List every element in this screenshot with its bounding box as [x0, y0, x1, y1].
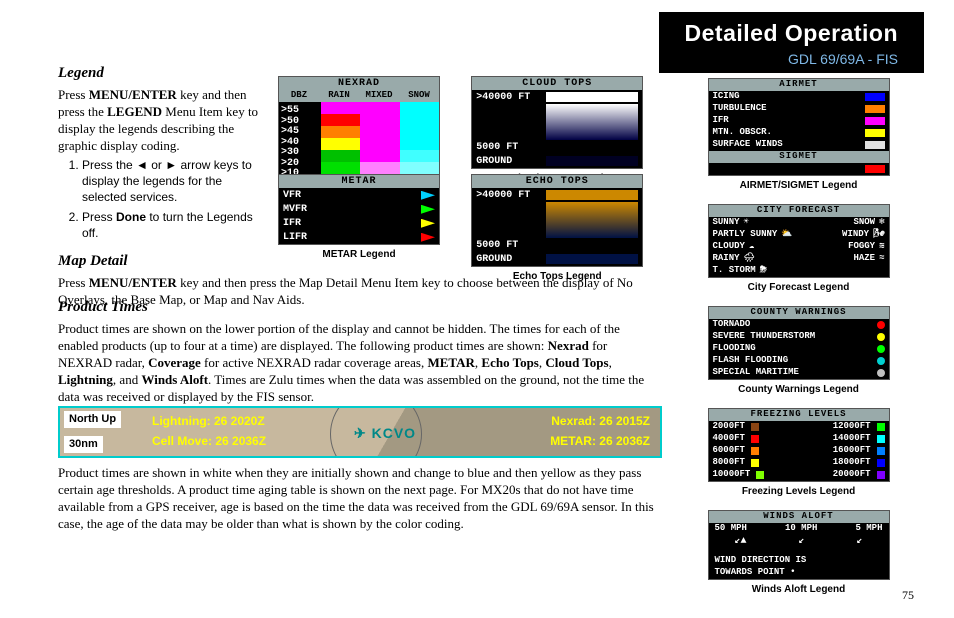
legend-section: Legend Press MENU/ENTER key and then pre… [58, 58, 266, 250]
airmet-row: SURFACE WINDS [709, 139, 889, 151]
echo-tops-title: ECHO TOPS [472, 175, 642, 188]
freezing-row: 10000FT 20000FT [709, 469, 889, 481]
freezing-row: 4000FT 14000FT [709, 433, 889, 445]
metar-row: MVFR [279, 202, 439, 216]
product-times-heading: Product Times [58, 298, 658, 318]
winds-caption: Winds Aloft Legend [686, 583, 911, 596]
time-lightning: Lightning: 26 2020Z [152, 414, 265, 430]
echo-tops-gradient [546, 202, 638, 238]
legend-intro: Press MENU/ENTER key and then press the … [58, 86, 266, 155]
airmet-legend: AIRMET ICINGTURBULENCEIFRMTN. OBSCR.SURF… [708, 78, 890, 176]
airmet-row: MTN. OBSCR. [709, 127, 889, 139]
legend-step-2: Press Done to turn the Legends off. [82, 210, 266, 242]
county-row: SPECIAL MARITIME [709, 367, 889, 379]
city-row: SUNNY☀ SNOW❄ [709, 217, 889, 229]
winds-aloft-legend: WINDS ALOFT 50 MPH 10 MPH 5 MPH ↙▲↙↙ WIN… [708, 510, 890, 580]
range-label: 30nm [64, 436, 103, 453]
product-times-strip: North Up 30nm Lightning: 26 2020Z Cell M… [58, 406, 662, 458]
city-row: RAINY🌧 HAZE≈ [709, 253, 889, 265]
time-nexrad: Nexrad: 26 2015Z [551, 414, 650, 430]
city-row: PARTLY SUNNY⛅ WINDY🌬 [709, 229, 889, 241]
legend-step-1: Press the ◄ or ► arrow keys to display t… [82, 158, 266, 205]
product-times-section: Product Times Product times are shown on… [58, 292, 658, 410]
orientation-label: North Up [64, 411, 121, 428]
right-legends-column: AIRMET ICINGTURBULENCEIFRMTN. OBSCR.SURF… [686, 78, 911, 608]
county-caption: County Warnings Legend [686, 383, 911, 396]
county-row: SEVERE THUNDERSTORM [709, 331, 889, 343]
city-forecast-caption: City Forecast Legend [686, 281, 911, 294]
metar-row: VFR [279, 188, 439, 202]
freezing-row: 2000FT 12000FT [709, 421, 889, 433]
county-row: FLASH FLOODING [709, 355, 889, 367]
airmet-row: ICING [709, 91, 889, 103]
county-row: TORNADO [709, 319, 889, 331]
product-times-body: Product times are shown on the lower por… [58, 320, 658, 406]
metar-title: METAR [279, 175, 439, 188]
city-row: T. STORM⛈ [709, 265, 889, 277]
product-times-post: Product times are shown in white when th… [58, 464, 658, 537]
airmet-caption: AIRMET/SIGMET Legend [686, 179, 911, 192]
city-row: CLOUDY☁ FOGGY≋ [709, 241, 889, 253]
section-title: Detailed Operation [685, 18, 898, 48]
nexrad-col-headers: DBZ RAIN MIXED SNOW [279, 90, 439, 102]
section-header-tab: Detailed Operation GDL 69/69A - FIS [659, 12, 924, 73]
wind-barbs: ↙▲↙↙ [709, 535, 889, 549]
city-forecast-legend: CITY FORECAST SUNNY☀ SNOW❄ PARTLY SUNNY⛅… [708, 204, 890, 278]
time-cellmove: Cell Move: 26 2036Z [152, 434, 266, 450]
county-row: FLOODING [709, 343, 889, 355]
airport-ident: ✈ KCVO [354, 424, 416, 442]
freezing-levels-legend: FREEZING LEVELS 2000FT 12000FT 4000FT 14… [708, 408, 890, 482]
map-detail-heading: Map Detail [58, 252, 658, 272]
freezing-row: 6000FT 16000FT [709, 445, 889, 457]
metar-row: LIFR [279, 230, 439, 244]
cloud-tops-gradient [546, 104, 638, 140]
nexrad-title: NEXRAD [279, 77, 439, 90]
airmet-row: TURBULENCE [709, 103, 889, 115]
cloud-tops-legend-figure: CLOUD TOPS >40000 FT 5000 FT GROUND Clou… [471, 76, 643, 185]
county-warnings-legend: COUNTY WARNINGS TORNADO SEVERE THUNDERST… [708, 306, 890, 380]
legend-heading: Legend [58, 64, 266, 84]
metar-row: IFR [279, 216, 439, 230]
legend-steps: Press the ◄ or ► arrow keys to display t… [82, 158, 266, 241]
freezing-caption: Freezing Levels Legend [686, 485, 911, 498]
sigmet-swatch [865, 165, 885, 173]
airmet-row: IFR [709, 115, 889, 127]
time-metar: METAR: 26 2036Z [550, 434, 650, 450]
section-subtitle: GDL 69/69A - FIS [685, 50, 898, 68]
page-number: 75 [902, 588, 914, 604]
freezing-row: 8000FT 18000FT [709, 457, 889, 469]
cloud-tops-title: CLOUD TOPS [472, 77, 642, 90]
